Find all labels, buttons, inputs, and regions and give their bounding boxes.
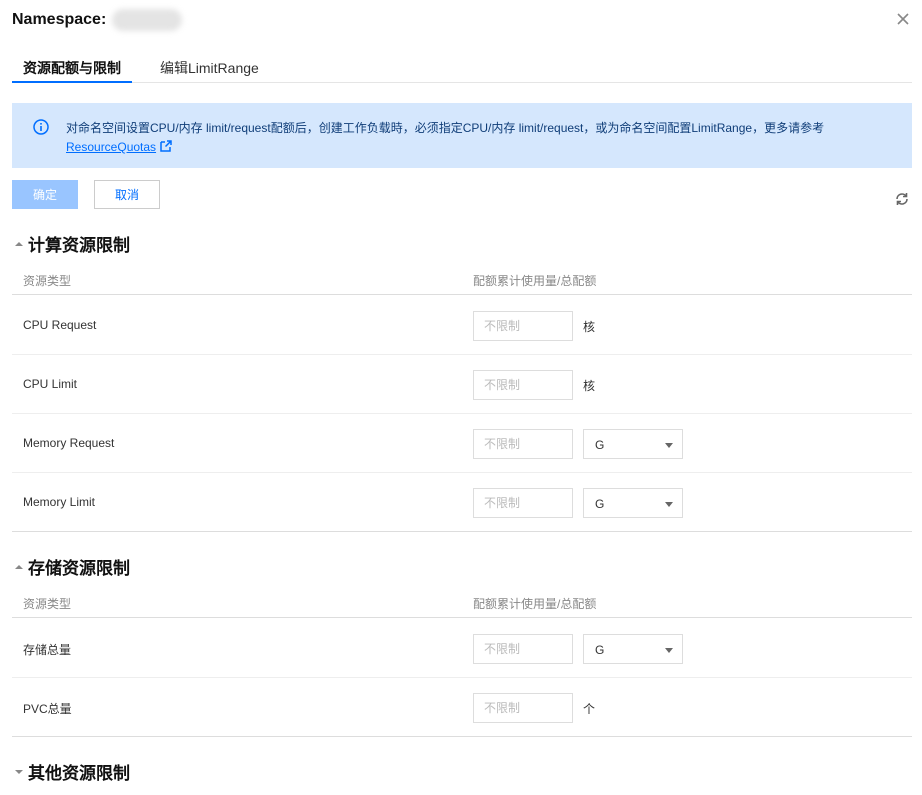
row-name: Memory Request — [23, 436, 115, 450]
tab-bar: 资源配额与限制 编辑LimitRange — [12, 52, 912, 83]
external-link-icon[interactable] — [160, 140, 172, 152]
notice-text: 对命名空间设置CPU/内存 limit/request配额后，创建工作负载時，必… — [66, 121, 825, 135]
table-row: PVC总量 个 — [12, 678, 912, 737]
storage-unit-select[interactable]: G — [583, 634, 683, 664]
section-other-title: 其他资源限制 — [28, 764, 130, 783]
title-label: Namespace: — [12, 11, 107, 28]
unit-label: 核 — [583, 320, 596, 334]
notice-text-block: 对命名空间设置CPU/内存 limit/request配额后，创建工作负载時，必… — [66, 119, 886, 157]
col-resource-type: 资源类型 — [23, 274, 72, 288]
dialog-header: Namespace: — [0, 0, 922, 40]
table-row: CPU Request 核 — [12, 296, 912, 355]
table-row: CPU Limit 核 — [12, 355, 912, 414]
row-name: 存储总量 — [23, 643, 72, 657]
tab-edit-limitrange[interactable]: 编辑LimitRange — [160, 58, 259, 83]
page-title: Namespace: — [12, 9, 183, 31]
section-storage-toggle[interactable]: 存储资源限制 — [14, 554, 130, 579]
unit-label: 核 — [583, 379, 596, 393]
cpu-limit-input[interactable] — [473, 370, 573, 400]
tab-resource-quota[interactable]: 资源配额与限制 — [12, 58, 132, 83]
select-value: G — [595, 497, 605, 511]
col-quota: 配额累计使用量/总配额 — [473, 274, 597, 288]
select-arrow-icon — [665, 443, 673, 448]
refresh-icon[interactable] — [894, 191, 910, 207]
section-storage-title: 存储资源限制 — [28, 559, 130, 578]
close-icon[interactable] — [892, 8, 914, 30]
table-row: Memory Request G — [12, 414, 912, 473]
section-other-toggle[interactable]: 其他资源限制 — [14, 759, 130, 784]
caret-down-icon — [15, 769, 23, 774]
caret-up-icon — [15, 564, 23, 569]
memory-limit-input[interactable] — [473, 488, 573, 518]
cancel-button[interactable]: 取消 — [94, 180, 160, 209]
confirm-button[interactable]: 确定 — [12, 180, 78, 209]
namespace-name-redacted — [112, 9, 183, 31]
select-arrow-icon — [665, 648, 673, 653]
row-name: Memory Limit — [23, 495, 96, 509]
caret-up-icon — [15, 241, 23, 246]
storage-total-input[interactable] — [473, 634, 573, 664]
select-value: G — [595, 438, 605, 452]
col-resource-type: 资源类型 — [23, 597, 72, 611]
row-name: CPU Limit — [23, 377, 78, 391]
row-name: CPU Request — [23, 318, 97, 332]
row-name: PVC总量 — [23, 702, 72, 716]
col-quota: 配额累计使用量/总配额 — [473, 597, 597, 611]
cpu-request-input[interactable] — [473, 311, 573, 341]
info-notice: 对命名空间设置CPU/内存 limit/request配额后，创建工作负载時，必… — [12, 103, 912, 168]
memory-limit-unit-select[interactable]: G — [583, 488, 683, 518]
select-arrow-icon — [665, 502, 673, 507]
table-row: 存储总量 G — [12, 619, 912, 678]
table-row: Memory Limit G — [12, 473, 912, 532]
info-icon — [33, 119, 49, 135]
select-value: G — [595, 643, 605, 657]
unit-label: 个 — [583, 702, 596, 716]
section-compute-toggle[interactable]: 计算资源限制 — [14, 231, 130, 256]
compute-table-header: 资源类型 配额累计使用量/总配额 — [12, 263, 912, 295]
storage-table-header: 资源类型 配额累计使用量/总配额 — [12, 586, 912, 618]
pvc-total-input[interactable] — [473, 693, 573, 723]
memory-request-unit-select[interactable]: G — [583, 429, 683, 459]
memory-request-input[interactable] — [473, 429, 573, 459]
section-compute-title: 计算资源限制 — [28, 236, 130, 255]
resource-quotas-link[interactable]: ResourceQuotas — [66, 140, 156, 154]
